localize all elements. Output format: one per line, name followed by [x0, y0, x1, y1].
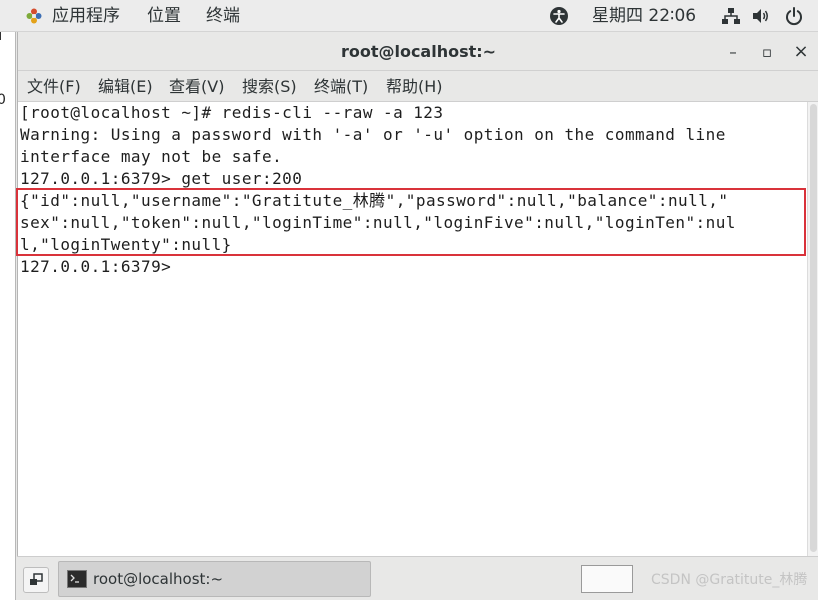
terminal-line: 127.0.0.1:6379> get user:200	[20, 169, 303, 188]
window-title: root@localhost:~	[340, 42, 497, 61]
taskbar-item-terminal[interactable]: root@localhost:~	[58, 561, 371, 597]
terminal-output[interactable]: [root@localhost ~]# redis-cli --raw -a 1…	[16, 102, 807, 556]
places-menu[interactable]: 位置	[147, 0, 181, 32]
window-titlebar[interactable]: root@localhost:~ – ▫ ×	[18, 32, 818, 71]
highlight-box	[16, 188, 806, 256]
terminal-prompt-line: 127.0.0.1:6379>	[20, 257, 172, 276]
background-window-corner	[0, 32, 9, 40]
taskbar: root@localhost:~ CSDN @Gratitute_林腾	[17, 556, 818, 600]
watermark: CSDN @Gratitute_林腾	[651, 572, 808, 588]
workspace-switcher[interactable]	[581, 565, 633, 593]
menu-terminal[interactable]: 终端(T)	[314, 71, 368, 102]
minimize-button[interactable]: –	[722, 41, 744, 63]
scrollbar[interactable]	[807, 102, 818, 556]
terminal-app-menu[interactable]: 终端	[206, 0, 240, 32]
terminal-window: root@localhost:~ – ▫ × 文件(F) 编辑(E) 查看(V)…	[16, 32, 818, 556]
menu-file[interactable]: 文件(F)	[27, 71, 81, 102]
applications-menu[interactable]: 应用程序	[52, 0, 120, 32]
volume-icon[interactable]	[751, 6, 771, 26]
network-icon[interactable]	[721, 6, 741, 26]
terminal-icon	[67, 570, 87, 588]
maximize-button[interactable]: ▫	[756, 41, 778, 63]
taskbar-item-label: root@localhost:~	[93, 570, 224, 588]
terminal-line: interface may not be safe.	[20, 147, 283, 166]
power-icon[interactable]	[784, 6, 804, 26]
scrollbar-thumb[interactable]	[810, 104, 817, 552]
menu-help[interactable]: 帮助(H)	[386, 71, 443, 102]
apps-icon	[26, 8, 42, 24]
menubar: 文件(F) 编辑(E) 查看(V) 搜索(S) 终端(T) 帮助(H)	[18, 71, 818, 102]
terminal-line: Warning: Using a password with '-a' or '…	[20, 125, 726, 144]
menu-view[interactable]: 查看(V)	[169, 71, 224, 102]
top-panel: 应用程序 位置 终端 星期四 22∶06	[0, 0, 818, 32]
terminal-line: [root@localhost ~]# redis-cli --raw -a 1…	[20, 103, 444, 122]
background-window-edge: 0	[0, 32, 16, 600]
show-desktop-button[interactable]	[23, 567, 49, 593]
show-desktop-icon	[30, 573, 43, 585]
accessibility-icon[interactable]	[549, 6, 569, 26]
background-window-text: 0	[0, 92, 6, 108]
menu-edit[interactable]: 编辑(E)	[98, 71, 153, 102]
clock[interactable]: 星期四 22∶06	[592, 0, 696, 32]
menu-search[interactable]: 搜索(S)	[242, 71, 297, 102]
close-button[interactable]: ×	[790, 41, 812, 63]
